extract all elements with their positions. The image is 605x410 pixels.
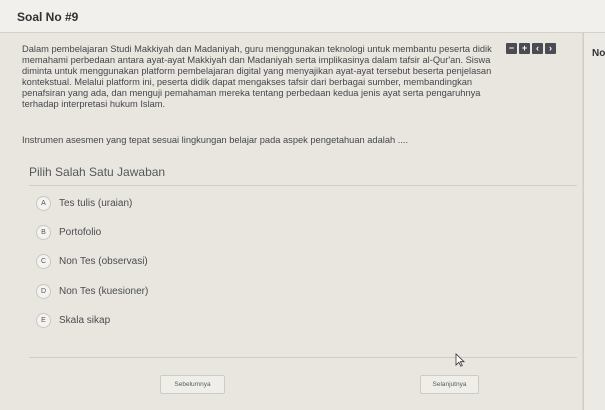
option-text[interactable]: Non Tes (observasi) bbox=[59, 256, 148, 267]
text-toolbar: − + ‹ › bbox=[506, 43, 556, 54]
previous-button[interactable]: Sebelumnya bbox=[160, 375, 225, 394]
option-letter-badge[interactable]: B bbox=[36, 224, 51, 240]
answer-option-c[interactable]: C Non Tes (observasi) bbox=[36, 253, 148, 269]
question-number-title: Soal No #9 bbox=[17, 10, 79, 24]
answer-option-a[interactable]: A Tes tulis (uraian) bbox=[36, 195, 132, 211]
divider bbox=[29, 185, 577, 186]
option-text[interactable]: Non Tes (kuesioner) bbox=[59, 286, 148, 297]
option-letter-badge[interactable]: A bbox=[36, 195, 51, 211]
divider bbox=[29, 357, 577, 358]
option-text[interactable]: Tes tulis (uraian) bbox=[59, 198, 132, 209]
answer-option-d[interactable]: D Non Tes (kuesioner) bbox=[36, 283, 148, 299]
question-prompt: Instrumen asesmen yang tepat sesuai ling… bbox=[22, 135, 409, 145]
answer-option-e[interactable]: E Skala sikap bbox=[36, 312, 110, 328]
zoom-out-button[interactable]: − bbox=[506, 43, 517, 54]
chevron-left-icon[interactable]: ‹ bbox=[532, 43, 543, 54]
option-letter-badge[interactable]: C bbox=[36, 253, 51, 269]
chevron-right-icon[interactable]: › bbox=[545, 43, 556, 54]
mouse-cursor-icon bbox=[455, 353, 465, 367]
option-letter-badge[interactable]: D bbox=[36, 283, 51, 299]
option-letter-badge[interactable]: E bbox=[36, 312, 51, 328]
header-bar: Soal No #9 bbox=[0, 0, 605, 33]
answer-option-b[interactable]: B Portofolio bbox=[36, 224, 101, 240]
next-button[interactable]: Selanjutnya bbox=[420, 375, 479, 394]
question-list-label: No bbox=[592, 48, 605, 59]
answer-heading: Pilih Salah Satu Jawaban bbox=[29, 165, 166, 179]
question-list-panel bbox=[583, 33, 605, 410]
option-text[interactable]: Skala sikap bbox=[59, 315, 110, 326]
question-text: Dalam pembelajaran Studi Makkiyah dan Ma… bbox=[22, 44, 492, 109]
option-text[interactable]: Portofolio bbox=[59, 227, 101, 238]
zoom-in-button[interactable]: + bbox=[519, 43, 530, 54]
